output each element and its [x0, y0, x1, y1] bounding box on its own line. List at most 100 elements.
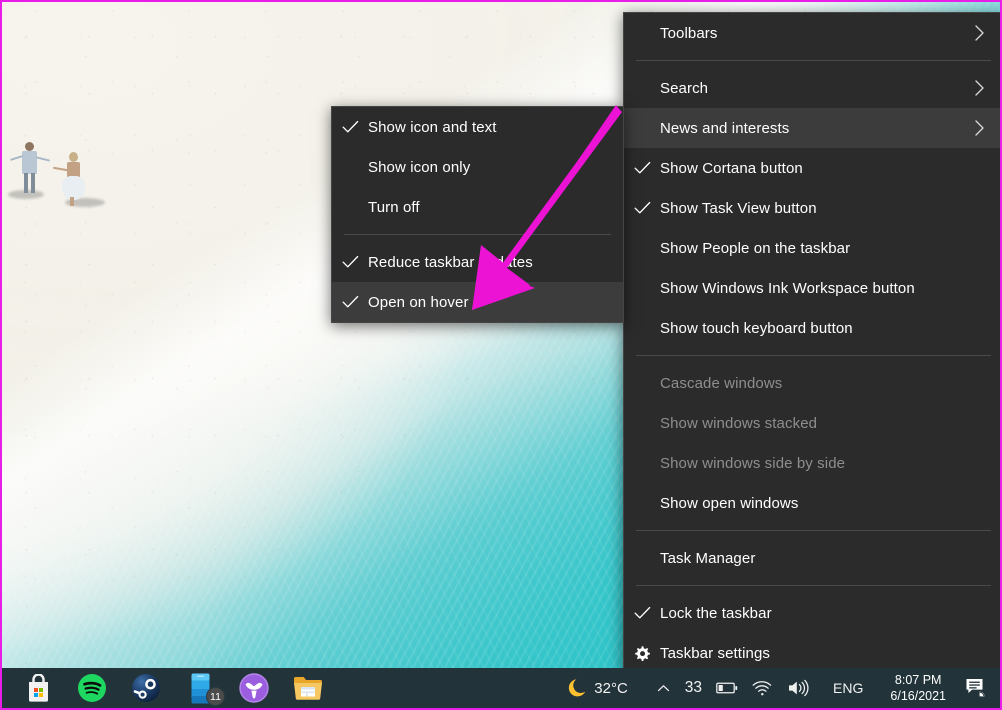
- checkmark-slot: [332, 120, 368, 134]
- tray-notifications-button[interactable]: [956, 668, 1000, 708]
- menu-item-news-and-interests[interactable]: News and interests: [624, 108, 1002, 148]
- tray-overflow-button[interactable]: [649, 668, 678, 708]
- menu-item-lock-the-taskbar[interactable]: Lock the taskbar: [624, 593, 1002, 633]
- menu-item-label: Show icon and text: [368, 119, 609, 136]
- menu-item-label: Cascade windows: [660, 375, 969, 392]
- purple-app-icon: [239, 673, 269, 703]
- taskbar-app-steam[interactable]: [130, 672, 162, 704]
- menu-separator: [636, 355, 991, 356]
- checkmark-icon: [634, 606, 651, 620]
- checkmark-icon: [342, 255, 359, 269]
- tray-count-label: 33: [685, 679, 702, 697]
- menu-item-show-icon-only[interactable]: Show icon only: [332, 147, 623, 187]
- battery-icon: [716, 681, 738, 695]
- your-phone-badge: 11: [206, 687, 225, 706]
- tray-language-button[interactable]: ENG: [816, 668, 880, 708]
- taskbar-app-your-phone[interactable]: 11: [184, 672, 216, 704]
- menu-item-show-open-windows[interactable]: Show open windows: [624, 483, 1002, 523]
- menu-item-label: Show Cortana button: [660, 160, 969, 177]
- checkmark-slot: [624, 161, 660, 175]
- checkmark-icon: [634, 201, 651, 215]
- menu-item-show-touch-keyboard-button[interactable]: Show touch keyboard button: [624, 308, 1002, 348]
- menu-item-toolbars[interactable]: Toolbars: [624, 13, 1002, 53]
- tray-volume-button[interactable]: [780, 668, 816, 708]
- spotify-icon: [77, 673, 107, 703]
- menu-item-label: News and interests: [660, 120, 969, 137]
- menu-item-label: Show Windows Ink Workspace button: [660, 280, 969, 297]
- menu-item-label: Show windows side by side: [660, 455, 969, 472]
- menu-item-reduce-taskbar-updates[interactable]: Reduce taskbar updates: [332, 242, 623, 282]
- checkmark-icon: [634, 161, 651, 175]
- menu-item-label: Show icon only: [368, 159, 609, 176]
- news-and-interests-submenu[interactable]: Show icon and text Show icon only Turn off…: [331, 106, 624, 323]
- menu-separator: [636, 60, 991, 61]
- tray-date: 6/16/2021: [890, 688, 946, 704]
- taskbar-context-menu[interactable]: Toolbars Search News and interests Show Cor…: [623, 12, 1002, 674]
- tray-network-button[interactable]: [745, 668, 780, 708]
- checkmark-slot: [624, 606, 660, 620]
- menu-separator: [636, 585, 991, 586]
- menu-item-show-people-on-the-taskbar[interactable]: Show People on the taskbar: [624, 228, 1002, 268]
- microsoft-store-icon: [25, 674, 52, 702]
- submenu-chevron-icon: [969, 119, 989, 137]
- wallpaper-person-right: [59, 152, 93, 212]
- menu-item-label: Reduce taskbar updates: [368, 254, 609, 271]
- tray-time: 8:07 PM: [895, 672, 942, 688]
- menu-item-label: Show touch keyboard button: [660, 320, 969, 337]
- menu-item-show-icon-and-text[interactable]: Show icon and text: [332, 107, 623, 147]
- taskbar-app-spotify[interactable]: [76, 672, 108, 704]
- system-tray: 32°C 33: [559, 668, 1000, 708]
- taskbar[interactable]: 11: [2, 668, 1000, 708]
- menu-item-open-on-hover[interactable]: Open on hover: [332, 282, 623, 322]
- menu-item-label: Show windows stacked: [660, 415, 969, 432]
- menu-item-label: Show Task View button: [660, 200, 969, 217]
- steam-icon: [131, 673, 161, 703]
- menu-separator: [344, 234, 611, 235]
- checkmark-slot: [332, 255, 368, 269]
- menu-item-show-cortana-button[interactable]: Show Cortana button: [624, 148, 1002, 188]
- menu-item-taskbar-settings[interactable]: Taskbar settings: [624, 633, 1002, 673]
- taskbar-app-microsoft-store[interactable]: [22, 672, 54, 704]
- tray-clock[interactable]: 8:07 PM 6/16/2021: [880, 668, 956, 708]
- menu-separator: [636, 530, 991, 531]
- tray-weather[interactable]: 32°C: [559, 668, 649, 708]
- menu-item-show-task-view-button[interactable]: Show Task View button: [624, 188, 1002, 228]
- wifi-icon: [752, 680, 773, 697]
- tray-battery-button[interactable]: [709, 668, 745, 708]
- speaker-icon: [787, 679, 809, 697]
- menu-item-label: Lock the taskbar: [660, 605, 969, 622]
- gear-icon: [634, 645, 651, 662]
- menu-item-label: Taskbar settings: [660, 645, 969, 662]
- screen: Toolbars Search News and interests Show Cor…: [0, 0, 1002, 710]
- checkmark-slot: [332, 295, 368, 309]
- menu-item-turn-off[interactable]: Turn off: [332, 187, 623, 227]
- checkmark-slot: [624, 201, 660, 215]
- menu-item-show-windows-ink-workspace-button[interactable]: Show Windows Ink Workspace button: [624, 268, 1002, 308]
- chevron-up-icon: [656, 681, 671, 696]
- taskbar-app-purple-app[interactable]: [238, 672, 270, 704]
- menu-item-label: Task Manager: [660, 550, 969, 567]
- chevron-right-icon: [973, 119, 986, 137]
- file-explorer-icon: [293, 675, 323, 701]
- wallpaper-person-left: [12, 142, 46, 204]
- menu-item-show-windows-stacked: Show windows stacked: [624, 403, 1002, 443]
- tray-language-label: ENG: [823, 680, 873, 696]
- menu-item-task-manager[interactable]: Task Manager: [624, 538, 1002, 578]
- gear-icon-slot: [624, 645, 660, 662]
- tray-overflow-count[interactable]: 33: [678, 668, 709, 708]
- checkmark-icon: [342, 295, 359, 309]
- notifications-icon: [964, 677, 988, 699]
- chevron-right-icon: [973, 79, 986, 97]
- moon-icon: [566, 676, 590, 700]
- menu-item-label: Open on hover: [368, 294, 609, 311]
- checkmark-icon: [342, 120, 359, 134]
- menu-item-label: Show People on the taskbar: [660, 240, 969, 257]
- menu-item-search[interactable]: Search: [624, 68, 1002, 108]
- menu-item-label: Toolbars: [660, 25, 969, 42]
- chevron-right-icon: [973, 24, 986, 42]
- taskbar-app-file-explorer[interactable]: [292, 672, 324, 704]
- menu-item-cascade-windows: Cascade windows: [624, 363, 1002, 403]
- menu-item-show-windows-side-by-side: Show windows side by side: [624, 443, 1002, 483]
- menu-item-label: Turn off: [368, 199, 609, 216]
- tray-temperature: 32°C: [594, 680, 642, 697]
